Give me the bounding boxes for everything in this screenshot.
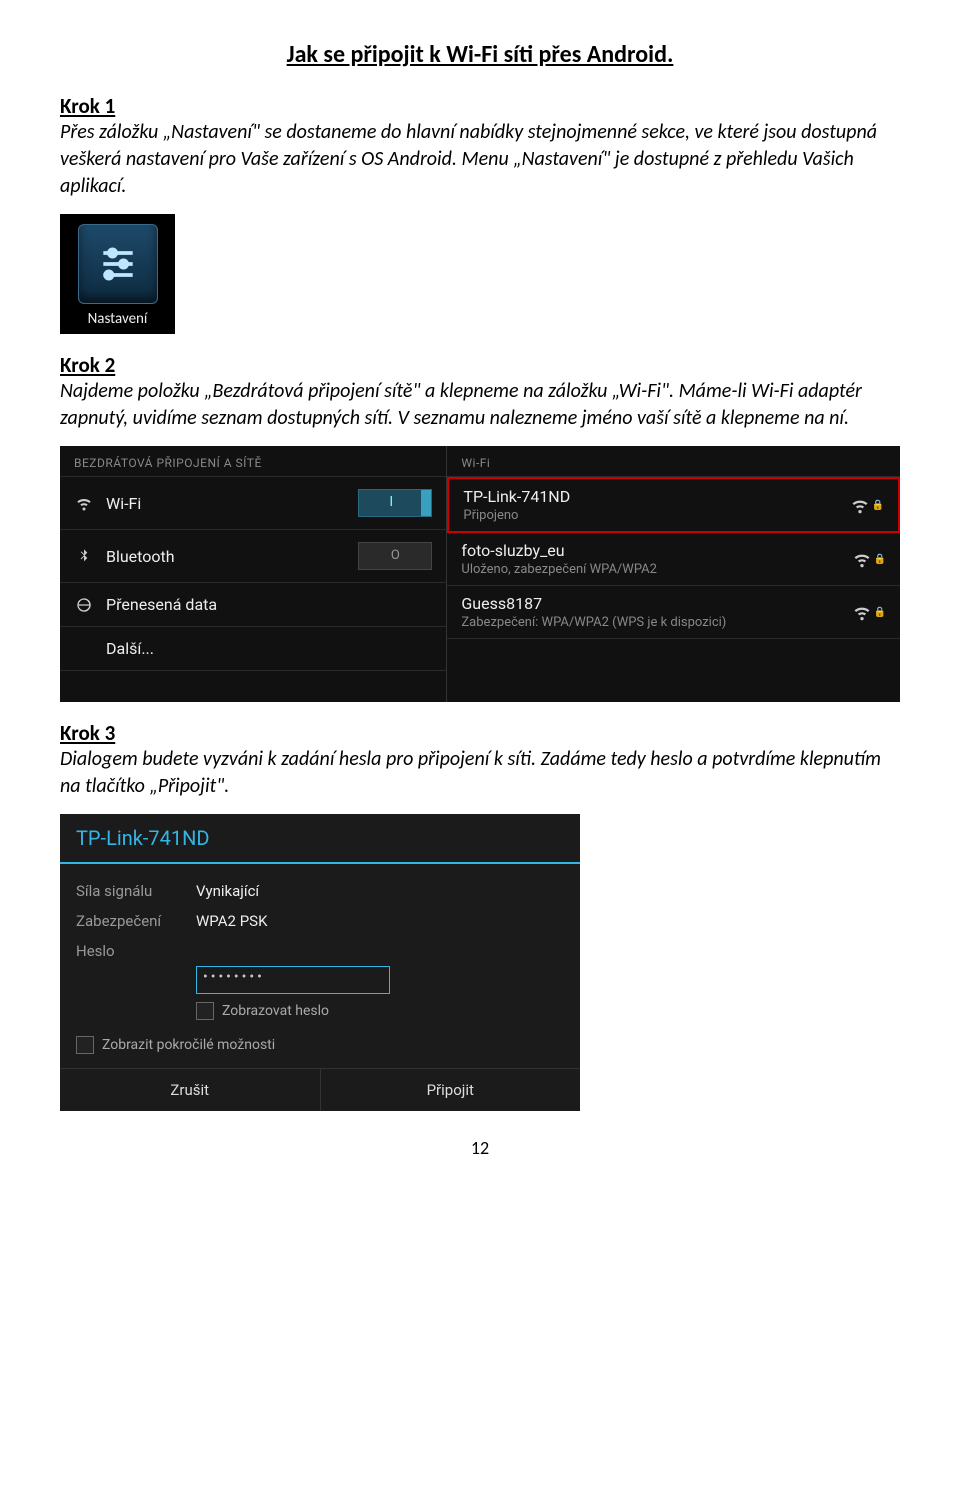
cancel-button[interactable]: Zrušit [60, 1069, 321, 1111]
checkbox-icon[interactable] [196, 1002, 214, 1020]
step1-heading: Krok 1 [60, 93, 900, 119]
page-number: 12 [60, 1137, 900, 1159]
data-icon [74, 597, 94, 613]
advanced-options-row[interactable]: Zobrazit pokročilé možnosti [76, 1028, 564, 1062]
data-usage-row[interactable]: Přenesená data [60, 583, 446, 627]
bluetooth-icon [74, 548, 94, 564]
bluetooth-row[interactable]: Bluetooth O [60, 530, 446, 583]
signal-strength-value: Vynikající [196, 882, 259, 900]
wifi-label: Wi-Fi [106, 494, 346, 513]
lock-icon: 🔒 [874, 554, 886, 565]
advanced-options-label: Zobrazit pokročilé možnosti [102, 1037, 275, 1053]
network-row[interactable]: foto-sluzby_eu Uloženo, zabezpečení WPA/… [447, 533, 900, 586]
signal-strength-label: Síla signálu [76, 882, 196, 900]
wifi-toggle-on[interactable] [358, 489, 432, 517]
data-usage-label: Přenesená data [106, 595, 432, 614]
settings-screenshot: BEZDRÁTOVÁ PŘIPOJENÍ A SÍTĚ Wi-Fi Blueto… [60, 446, 900, 702]
network-name: TP-Link-741ND [463, 487, 849, 506]
show-password-row[interactable]: Zobrazovat heslo [196, 994, 564, 1028]
wifi-signal-icon: 🔒 [852, 549, 886, 569]
step3-heading: Krok 3 [60, 720, 900, 746]
network-row[interactable]: Guess8187 Zabezpečení: WPA/WPA2 (WPS je … [447, 586, 900, 639]
bluetooth-label: Bluetooth [106, 547, 346, 566]
settings-icon[interactable] [78, 224, 158, 304]
checkbox-icon[interactable] [76, 1036, 94, 1054]
settings-icon-label: Nastavení [60, 310, 175, 328]
password-label: Heslo [76, 942, 196, 960]
wifi-signal-icon: 🔒 [850, 495, 884, 515]
wireless-section-header: BEZDRÁTOVÁ PŘIPOJENÍ A SÍTĚ [60, 446, 446, 477]
more-label: Další... [106, 639, 432, 658]
more-row[interactable]: Další... [60, 627, 446, 671]
network-status: Uloženo, zabezpečení WPA/WPA2 [461, 562, 851, 577]
connect-button[interactable]: Připojit [321, 1069, 581, 1111]
wifi-panel-header: Wi-Fi [447, 446, 900, 477]
security-value: WPA2 PSK [196, 912, 267, 930]
wifi-connect-dialog: TP-Link-741ND Síla signálu Vynikající Za… [60, 814, 580, 1111]
wifi-icon [74, 494, 94, 512]
step2-heading: Krok 2 [60, 352, 900, 378]
step3-body: Dialogem budete vyzváni k zadání hesla p… [60, 746, 900, 800]
settings-app-icon-block: Nastavení [60, 214, 175, 334]
network-row-selected[interactable]: TP-Link-741ND Připojeno 🔒 [447, 477, 900, 533]
network-status: Zabezpečení: WPA/WPA2 (WPS je k dispozic… [461, 615, 851, 630]
password-input[interactable]: •••••••• [196, 966, 390, 994]
network-status: Připojeno [463, 508, 849, 523]
step2-body: Najdeme položku „Bezdrátová připojení sí… [60, 378, 900, 432]
lock-icon: 🔒 [874, 607, 886, 618]
show-password-label: Zobrazovat heslo [222, 1003, 329, 1019]
wifi-row[interactable]: Wi-Fi [60, 477, 446, 530]
bluetooth-toggle-off[interactable]: O [358, 542, 432, 570]
lock-icon: 🔒 [872, 500, 884, 511]
dialog-title: TP-Link-741ND [60, 814, 580, 864]
security-label: Zabezpečení [76, 912, 196, 930]
wifi-signal-icon: 🔒 [852, 602, 886, 622]
step1-body: Přes záložku „Nastavení" se dostaneme do… [60, 119, 900, 200]
page-title: Jak se připojit k Wi-Fi síti přes Androi… [60, 40, 900, 69]
network-name: Guess8187 [461, 594, 851, 613]
network-name: foto-sluzby_eu [461, 541, 851, 560]
